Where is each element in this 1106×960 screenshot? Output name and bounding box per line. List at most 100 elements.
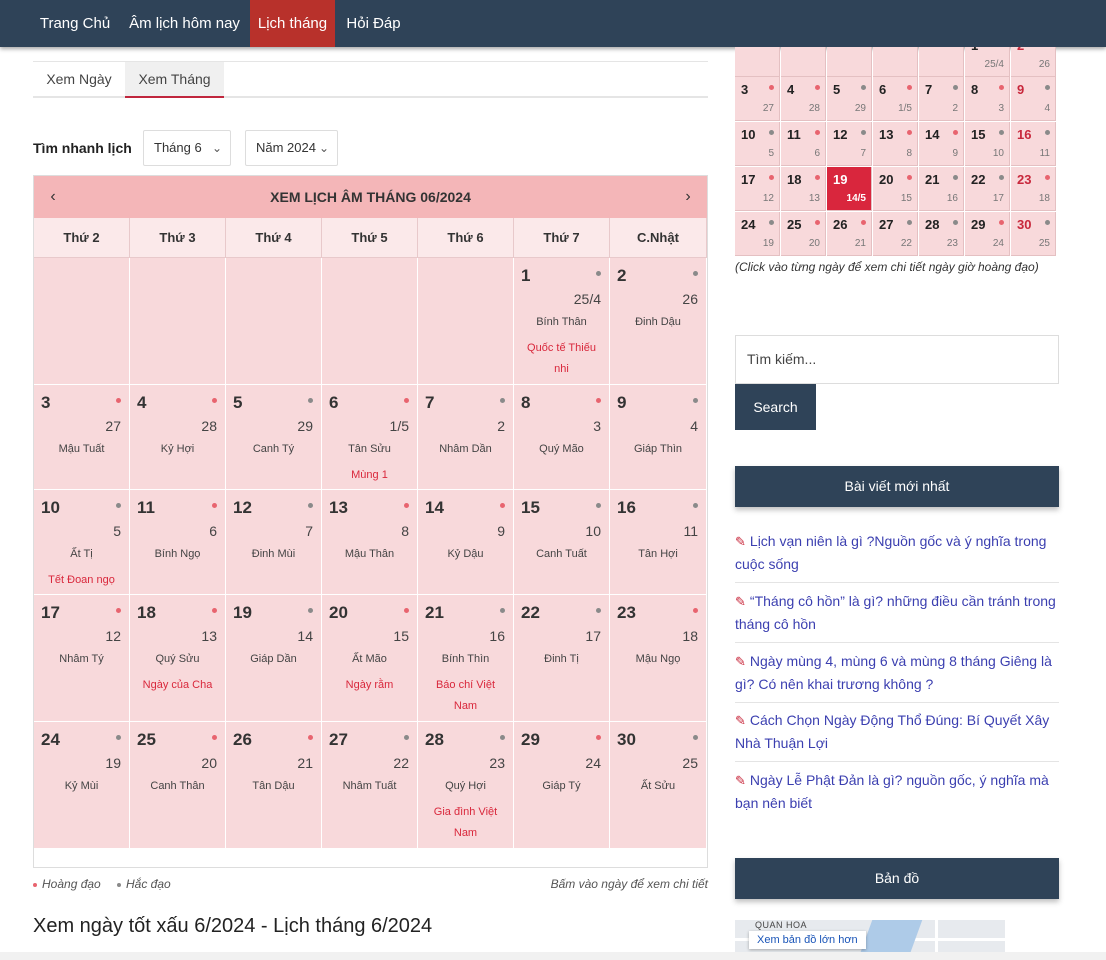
calendar-day-cell[interactable]: 28 23 Quý Hợi Gia đình Việt Nam — [418, 722, 514, 849]
recent-post-link[interactable]: ✎ Ngày mùng 4, mùng 6 và mùng 8 tháng Giê… — [735, 650, 1059, 696]
mini-solar-day: 29 — [971, 217, 986, 232]
lunar-day: 3 — [593, 418, 601, 434]
nav-today-lunar[interactable]: Âm lịch hôm nay — [121, 0, 248, 47]
top-navbar: Trang Chủ Âm lịch hôm nay Lịch tháng Hỏi… — [0, 0, 1106, 47]
mini-day-cell[interactable]: 23 18 — [1011, 167, 1056, 211]
good-day-dot-icon — [308, 735, 313, 740]
mini-day-cell[interactable]: 72 — [919, 77, 964, 121]
recent-post-link[interactable]: ✎ Lịch vạn niên là gì ?Nguồn gốc và ý ngh… — [735, 530, 1059, 576]
tab-month-view[interactable]: Xem Tháng — [125, 62, 224, 98]
weekday-header: Thứ 4 — [226, 218, 322, 258]
mini-day-cell[interactable]: 4 28 — [781, 77, 826, 121]
calendar-day-cell[interactable]: 1 25/4 Bính Thân Quốc tế Thiếu nhi — [514, 258, 610, 385]
mini-day-cell[interactable]: 11 6 — [781, 122, 826, 166]
map-place-label: QUAN HOA — [755, 920, 808, 930]
mini-day-cell[interactable]: 15 10 — [965, 122, 1010, 166]
month-select[interactable]: Tháng 6 ⌄ — [143, 130, 231, 166]
calendar-day-cell[interactable]: 26 21 Tân Dậu — [226, 722, 322, 849]
calendar-day-cell[interactable]: 13 8 Mậu Thân — [322, 490, 418, 595]
lunar-day: 20 — [201, 755, 217, 771]
mini-day-cell[interactable]: 22 17 — [965, 167, 1010, 211]
mini-day-cell[interactable]: 94 — [1011, 77, 1056, 121]
mini-solar-day: 4 — [787, 82, 795, 97]
larger-map-link[interactable]: Xem bản đồ lớn hơn — [749, 931, 866, 949]
calendar-day-cell[interactable]: 29 24 Giáp Tý — [514, 722, 610, 849]
calendar-day-cell[interactable]: 18 13 Quý Sửu Ngày của Cha — [130, 595, 226, 722]
can-chi: Giáp Tý — [542, 780, 581, 792]
calendar-day-cell[interactable]: 8 3 Quý Mão — [514, 385, 610, 490]
map-preview[interactable]: QUAN HOA Xem bản đồ lớn hơn — [735, 920, 1005, 952]
calendar-day-cell[interactable]: 23 18 Mậu Ngọ — [610, 595, 707, 722]
mini-day-cell[interactable]: 13 8 — [873, 122, 918, 166]
recent-post-link[interactable]: ✎ Ngày Lễ Phật Đản là gì? nguồn gốc, ý ng… — [735, 769, 1059, 815]
calendar-day-cell[interactable]: 20 15 Ất Mão Ngày rằm — [322, 595, 418, 722]
calendar-day-cell[interactable]: 16 11 Tân Hợi — [610, 490, 707, 595]
recent-post-link[interactable]: ✎ “Tháng cô hồn” là gì? những điều cần tr… — [735, 590, 1059, 636]
mini-day-cell[interactable]: 10 5 — [735, 122, 780, 166]
nav-home[interactable]: Trang Chủ — [29, 0, 121, 47]
mini-day-cell[interactable]: 28 23 — [919, 212, 964, 256]
calendar-day-cell[interactable]: 21 16 Bính Thìn Báo chí Việt Nam — [418, 595, 514, 722]
prev-month-arrow-icon[interactable]: ‹ — [38, 176, 68, 218]
calendar-day-cell[interactable]: 22 17 Đinh Tị — [514, 595, 610, 722]
mini-day-cell[interactable]: 29 24 — [965, 212, 1010, 256]
nav-faq[interactable]: Hỏi Đáp — [337, 0, 410, 47]
calendar-day-cell[interactable]: 14 9 Kỷ Dậu — [418, 490, 514, 595]
search-button[interactable]: Search — [735, 384, 816, 430]
next-month-arrow-icon[interactable]: › — [673, 176, 703, 218]
calendar-day-cell[interactable]: 30 25 Ất Sửu — [610, 722, 707, 849]
mini-day-cell[interactable]: 83 — [965, 77, 1010, 121]
lunar-day: 24 — [585, 755, 601, 771]
mini-day-cell[interactable]: 1 25/4 — [965, 47, 1010, 77]
search-input[interactable]: Tìm kiếm... — [735, 335, 1059, 384]
calendar-day-cell[interactable]: 4 28 Kỷ Hợi — [130, 385, 226, 490]
mini-day-today[interactable]: 19 14/5 — [827, 167, 872, 211]
calendar-day-cell[interactable]: 10 5 Ất Tị Tết Đoan ngọ — [34, 490, 130, 595]
mini-solar-day: 19 — [833, 172, 848, 187]
mini-day-cell[interactable]: 26 21 — [827, 212, 872, 256]
mini-day-cell[interactable]: 5 29 — [827, 77, 872, 121]
mini-day-cell[interactable]: 3 27 — [735, 77, 780, 121]
calendar-day-cell[interactable]: 25 20 Canh Thân — [130, 722, 226, 849]
calendar-day-cell[interactable]: 27 22 Nhâm Tuất — [322, 722, 418, 849]
legend-good: Hoàng đạo — [33, 877, 101, 891]
calendar-day-cell[interactable]: 7 2 Nhâm Dần — [418, 385, 514, 490]
recent-post-link[interactable]: ✎ Cách Chọn Ngày Động Thổ Đúng: Bí Quyết … — [735, 709, 1059, 755]
mini-day-cell[interactable]: 2 26 — [1011, 47, 1056, 77]
calendar-day-cell[interactable]: 17 12 Nhâm Tý — [34, 595, 130, 722]
calendar-day-cell[interactable]: 12 7 Đinh Mùi — [226, 490, 322, 595]
calendar-day-cell[interactable]: 15 10 Canh Tuất — [514, 490, 610, 595]
calendar-day-cell[interactable]: 5 29 Canh Tý — [226, 385, 322, 490]
mini-lunar-day: 4 — [1044, 103, 1050, 114]
calendar-day-cell[interactable]: 11 6 Bính Ngọ — [130, 490, 226, 595]
calendar-day-cell[interactable]: 3 27 Mậu Tuất — [34, 385, 130, 490]
mini-day-cell[interactable]: 6 1/5 — [873, 77, 918, 121]
mini-day-cell[interactable]: 12 7 — [827, 122, 872, 166]
can-chi: Nhâm Dần — [439, 443, 492, 455]
calendar-day-cell[interactable]: 19 14 Giáp Dần — [226, 595, 322, 722]
tab-day-view[interactable]: Xem Ngày — [33, 62, 125, 98]
mini-day-cell[interactable]: 17 12 — [735, 167, 780, 211]
can-chi: Kỷ Dậu — [447, 548, 484, 560]
year-select[interactable]: Năm 2024 ⌄ — [245, 130, 338, 166]
edit-icon: ✎ — [735, 773, 746, 788]
calendar-day-cell[interactable]: 6 1/5 Tân Sửu Mùng 1 — [322, 385, 418, 490]
mini-day-cell[interactable]: 18 13 — [781, 167, 826, 211]
mini-lunar-day: 11 — [1039, 148, 1050, 159]
calendar-day-cell[interactable]: 9 4 Giáp Thìn — [610, 385, 707, 490]
mini-day-cell[interactable]: 24 19 — [735, 212, 780, 256]
mini-day-cell[interactable]: 14 9 — [919, 122, 964, 166]
mini-day-cell[interactable]: 27 22 — [873, 212, 918, 256]
mini-day-cell[interactable]: 16 11 — [1011, 122, 1056, 166]
mini-day-cell[interactable]: 25 20 — [781, 212, 826, 256]
good-day-dot-icon — [596, 735, 601, 740]
calendar-day-cell[interactable]: 24 19 Kỷ Mùi — [34, 722, 130, 849]
good-day-dot-icon — [404, 398, 409, 403]
nav-month-calendar[interactable]: Lịch tháng — [250, 0, 335, 47]
calendar-day-cell[interactable]: 2 26 Đinh Dậu — [610, 258, 707, 385]
mini-day-cell[interactable]: 20 15 — [873, 167, 918, 211]
solar-day: 6 — [329, 393, 339, 412]
mini-day-cell[interactable]: 21 16 — [919, 167, 964, 211]
mini-day-cell[interactable]: 30 25 — [1011, 212, 1056, 256]
lunar-day: 6 — [209, 523, 217, 539]
